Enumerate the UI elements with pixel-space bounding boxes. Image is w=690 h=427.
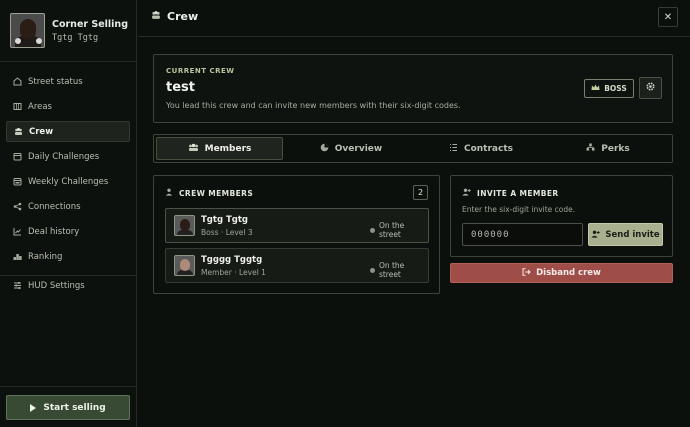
start-selling-button[interactable]: Start selling	[6, 395, 130, 420]
status-dot-icon	[370, 227, 375, 233]
sidebar-item-label: Areas	[28, 101, 52, 112]
user-icon	[165, 188, 173, 198]
sidebar-item-weekly-challenges[interactable]: Weekly Challenges	[6, 171, 130, 192]
invite-code-input[interactable]	[462, 223, 583, 246]
add-user-icon	[462, 188, 471, 198]
close-button[interactable]: ✕	[658, 7, 678, 27]
calendar-icon	[13, 152, 22, 161]
member-row[interactable]: Tgggg Tggtg Member · Level 1 On the stre…	[165, 248, 429, 283]
sidebar-item-label: Street status	[28, 76, 83, 87]
tab-label: Perks	[601, 143, 630, 154]
sidebar-item-ranking[interactable]: Ranking	[6, 246, 130, 267]
start-selling-label: Start selling	[43, 402, 106, 413]
tab-label: Overview	[334, 143, 383, 154]
avatar	[174, 255, 195, 276]
calendar-week-icon	[13, 177, 22, 186]
crew-settings-button[interactable]	[639, 77, 662, 99]
profile: Corner Selling Tgtg Tgtg	[10, 13, 128, 48]
panel-title: CREW MEMBERS	[165, 188, 253, 198]
add-user-icon	[591, 230, 601, 240]
crew-description: You lead this crew and can invite new me…	[166, 101, 461, 110]
divider	[0, 61, 137, 62]
avatar	[10, 13, 45, 48]
share-icon	[13, 202, 22, 211]
crew-icon	[14, 127, 23, 136]
member-name: Tgggg Tggtg	[201, 255, 263, 265]
member-status: On the street	[370, 221, 428, 239]
close-icon: ✕	[663, 11, 673, 23]
chart-icon	[13, 227, 22, 236]
perks-icon	[586, 143, 595, 155]
sidebar-item-crew[interactable]: Crew	[6, 121, 130, 142]
sidebar-item-hud-settings[interactable]: HUD Settings	[6, 275, 130, 296]
sidebar-item-label: Ranking	[28, 251, 63, 262]
role-badge: BOSS	[584, 79, 634, 98]
gear-icon	[645, 81, 656, 95]
member-name: Tgtg Tgtg	[201, 215, 249, 225]
exit-icon	[522, 268, 531, 278]
divider	[0, 386, 137, 387]
sidebar-item-areas[interactable]: Areas	[6, 96, 130, 117]
invite-description: Enter the six-digit invite code.	[462, 205, 576, 214]
disband-crew-button[interactable]: Disband crew	[450, 263, 673, 283]
crew-name: test	[166, 80, 195, 95]
sidebar-item-label: Crew	[29, 126, 54, 137]
member-role: Member · Level 1	[201, 268, 266, 277]
send-invite-label: Send invite	[605, 229, 660, 240]
topbar: Crew ✕	[138, 0, 690, 37]
profile-name: Corner Selling	[52, 18, 128, 30]
invite-member-panel: INVITE A MEMBER Enter the six-digit invi…	[450, 175, 673, 257]
pie-icon	[320, 143, 329, 155]
page-title: Crew	[151, 10, 198, 23]
status-dot-icon	[370, 267, 375, 273]
member-status-text: On the street	[378, 221, 405, 239]
avatar	[174, 215, 195, 236]
panel-title-text: INVITE A MEMBER	[477, 188, 559, 198]
sidebar-item-label: HUD Settings	[28, 280, 85, 291]
member-status-text: On the street	[378, 261, 405, 279]
panel-title-text: CREW MEMBERS	[179, 188, 254, 198]
sidebar-item-connections[interactable]: Connections	[6, 196, 130, 217]
profile-handle: Tgtg Tgtg	[52, 32, 99, 43]
member-status: On the street	[370, 261, 428, 279]
panel-title: INVITE A MEMBER	[462, 188, 559, 198]
crew-label: CURRENT CREW	[166, 67, 235, 75]
role-badge-label: BOSS	[604, 84, 627, 93]
tab-label: Contracts	[463, 143, 513, 154]
crown-icon	[591, 84, 600, 93]
sidebar-item-label: Deal history	[28, 226, 80, 237]
tab-label: Members	[204, 143, 252, 154]
list-icon	[449, 143, 458, 155]
sidebar-item-daily-challenges[interactable]: Daily Challenges	[6, 146, 130, 167]
members-icon	[188, 143, 199, 155]
member-role: Boss · Level 3	[201, 228, 253, 237]
member-count-badge: 2	[413, 185, 428, 200]
crew-tabs: Members Overview Contracts Perks	[153, 134, 673, 163]
crew-members-panel: CREW MEMBERS 2 Tgtg Tgtg Boss · Level 3 …	[153, 175, 440, 294]
page-title-text: Crew	[167, 10, 199, 23]
sliders-icon	[13, 281, 22, 290]
tab-contracts[interactable]: Contracts	[416, 137, 546, 160]
sidebar-item-label: Daily Challenges	[28, 151, 100, 162]
sidebar-item-deal-history[interactable]: Deal history	[6, 221, 130, 242]
sidebar: Corner Selling Tgtg Tgtg Street status A…	[0, 0, 137, 427]
current-crew-card: CURRENT CREW test You lead this crew and…	[153, 54, 673, 123]
crew-icon	[151, 10, 161, 23]
map-icon	[13, 102, 22, 111]
sidebar-item-street-status[interactable]: Street status	[6, 71, 130, 92]
main-panel: Crew ✕ CURRENT CREW test You lead this c…	[138, 0, 690, 427]
tab-perks[interactable]: Perks	[546, 137, 670, 160]
sidebar-item-label: Weekly Challenges	[28, 176, 109, 187]
pulse-icon	[13, 77, 22, 86]
play-icon	[30, 403, 37, 412]
tab-overview[interactable]: Overview	[286, 137, 416, 160]
ranking-icon	[13, 252, 22, 261]
tab-members[interactable]: Members	[156, 137, 283, 160]
disband-crew-label: Disband crew	[536, 268, 601, 278]
member-row[interactable]: Tgtg Tgtg Boss · Level 3 On the street	[165, 208, 429, 243]
send-invite-button[interactable]: Send invite	[588, 223, 663, 246]
sidebar-item-label: Connections	[28, 201, 81, 212]
